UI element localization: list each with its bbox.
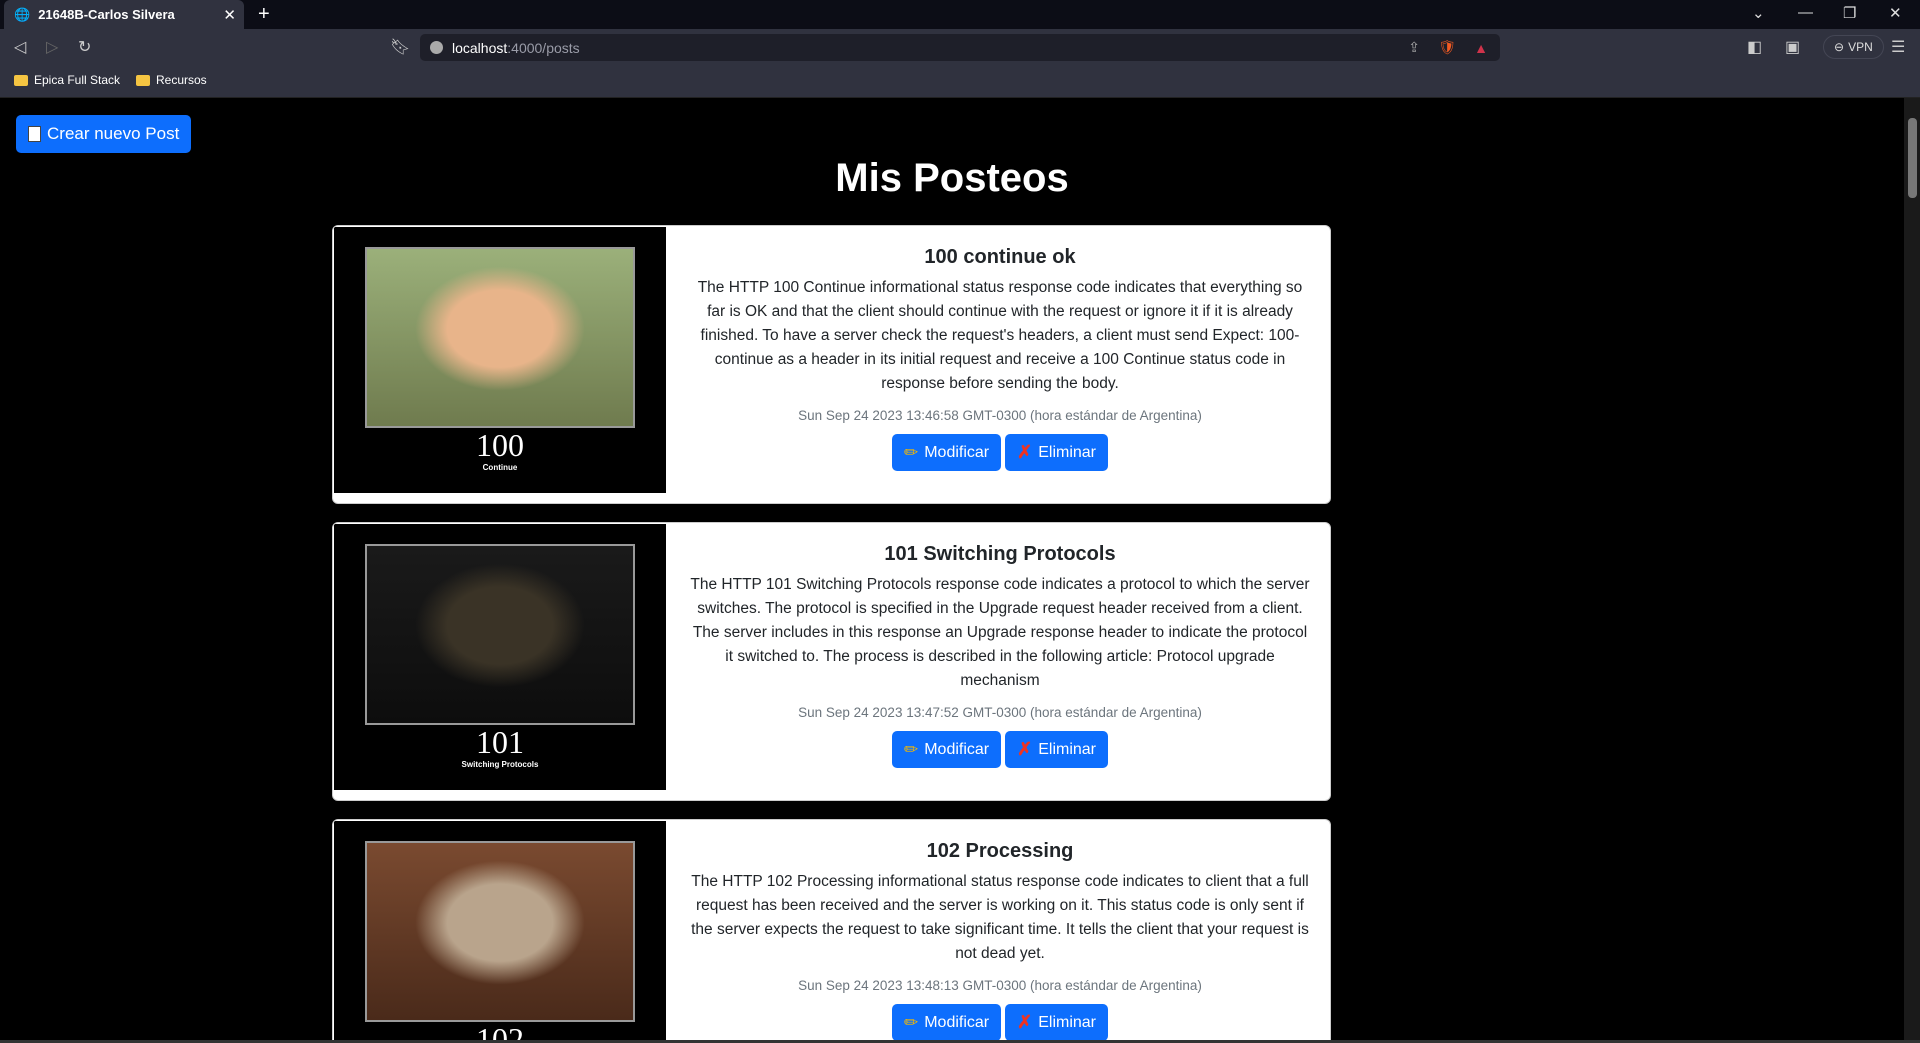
pencil-icon: ✏ — [903, 739, 919, 759]
share-icon[interactable]: ⇪ — [1408, 39, 1420, 56]
post-date: Sun Sep 24 2023 13:46:58 GMT-0300 (hora … — [798, 408, 1202, 423]
toolbar: ◁ ▷ ↻ 🔖︎ localhost:4000/posts ⇪ 🛡 ▲ ◧ ▣ … — [0, 29, 1920, 65]
menu-icon[interactable]: ☰ — [1891, 37, 1905, 57]
page-content: Crear nuevo Post Mis Posteos 100 Continu… — [0, 98, 1904, 1040]
edit-post-button[interactable]: ✏ Modificar — [891, 434, 1002, 471]
edit-post-button[interactable]: ✏ Modificar — [891, 731, 1002, 768]
bookmark-recursos[interactable]: Recursos — [136, 73, 207, 87]
restore-icon[interactable]: ❐ — [1843, 4, 1856, 22]
scrollbar-thumb[interactable] — [1908, 118, 1917, 198]
tab-list-chevron-icon[interactable]: ⌄ — [1752, 4, 1765, 22]
image-caption: Continue — [482, 463, 518, 472]
pencil-icon: ✏ — [903, 442, 919, 462]
reload-icon[interactable]: ↻ — [78, 37, 91, 57]
post-card: 102 102 Processing The HTTP 102 Processi… — [332, 819, 1331, 1040]
delete-label: Eliminar — [1038, 1013, 1097, 1031]
bookmark-label: Recursos — [156, 73, 207, 87]
post-card: 100 Continue 100 continue ok The HTTP 10… — [332, 225, 1331, 504]
post-date: Sun Sep 24 2023 13:48:13 GMT-0300 (hora … — [798, 978, 1202, 993]
site-info-icon[interactable] — [430, 41, 443, 54]
close-tab-icon[interactable]: ✕ — [223, 6, 236, 24]
post-title: 101 Switching Protocols — [884, 543, 1116, 565]
bookmark-label: Epica Full Stack — [34, 73, 121, 87]
url-path: :4000/posts — [507, 39, 580, 56]
vpn-icon: ⊖ — [1834, 40, 1845, 54]
edit-post-button[interactable]: ✏ Modificar — [891, 1004, 1002, 1040]
create-post-label: Crear nuevo Post — [47, 124, 180, 143]
close-window-icon[interactable]: ✕ — [1889, 4, 1902, 22]
post-card: 101 Switching Protocols 101 Switching Pr… — [332, 522, 1331, 801]
post-body: The HTTP 101 Switching Protocols respons… — [690, 576, 1310, 689]
tab-title: 21648B-Carlos Silvera — [38, 7, 175, 22]
minimize-icon[interactable]: — — [1798, 4, 1813, 21]
post-title: 102 Processing — [926, 840, 1074, 862]
post-image — [365, 247, 635, 428]
vpn-button[interactable]: ⊖ VPN — [1823, 35, 1884, 59]
post-date: Sun Sep 24 2023 13:47:52 GMT-0300 (hora … — [798, 705, 1202, 720]
image-number: 101 — [476, 724, 524, 760]
back-icon[interactable]: ◁ — [14, 37, 26, 57]
image-number: 102 — [476, 1021, 524, 1040]
post-body: The HTTP 102 Processing informational st… — [691, 873, 1309, 962]
folder-icon — [136, 74, 150, 86]
post-image-frame: 100 Continue — [334, 227, 666, 493]
cross-icon: ✗ — [1017, 1012, 1033, 1032]
wallet-icon[interactable]: ▣ — [1785, 37, 1800, 57]
tab-bar: 🌐 21648B-Carlos Silvera ✕ + ⌄ — ❐ ✕ — [0, 0, 1920, 29]
document-icon — [28, 126, 41, 142]
vpn-label: VPN — [1848, 40, 1873, 54]
globe-icon: 🌐 — [14, 6, 31, 22]
delete-post-button[interactable]: ✗ Eliminar — [1005, 1004, 1109, 1040]
pencil-icon: ✏ — [903, 1012, 919, 1032]
page-title: Mis Posteos — [835, 156, 1069, 200]
bookmarks-bar: Epica Full Stack Recursos — [0, 65, 1920, 98]
post-image — [365, 544, 635, 725]
brave-rewards-icon[interactable]: ▲ — [1474, 40, 1488, 56]
bookmark-icon[interactable]: 🔖︎ — [390, 37, 410, 57]
image-number: 100 — [476, 427, 524, 463]
scrollbar[interactable] — [1904, 98, 1920, 1040]
browser-tab[interactable]: 🌐 21648B-Carlos Silvera ✕ — [4, 0, 244, 29]
edit-label: Modificar — [924, 740, 990, 758]
new-tab-icon[interactable]: + — [258, 3, 270, 26]
forward-icon[interactable]: ▷ — [46, 37, 58, 57]
create-post-button[interactable]: Crear nuevo Post — [16, 115, 192, 153]
bookmark-epica-full-stack[interactable]: Epica Full Stack — [14, 73, 120, 87]
cross-icon: ✗ — [1017, 442, 1033, 462]
image-caption: Switching Protocols — [461, 760, 539, 769]
post-title: 100 continue ok — [924, 246, 1076, 268]
post-image — [365, 841, 635, 1022]
delete-label: Eliminar — [1038, 740, 1097, 758]
post-image-frame: 102 — [334, 821, 666, 1040]
folder-icon — [14, 74, 28, 86]
post-body: The HTTP 100 Continue informational stat… — [697, 279, 1303, 392]
delete-post-button[interactable]: ✗ Eliminar — [1005, 434, 1109, 471]
address-bar[interactable]: localhost:4000/posts ⇪ 🛡 ▲ — [420, 34, 1500, 61]
post-image-frame: 101 Switching Protocols — [334, 524, 666, 790]
delete-label: Eliminar — [1038, 443, 1097, 461]
edit-label: Modificar — [924, 1013, 990, 1031]
edit-label: Modificar — [924, 443, 990, 461]
url-host: localhost — [452, 39, 508, 56]
delete-post-button[interactable]: ✗ Eliminar — [1005, 731, 1109, 768]
brave-shields-icon[interactable]: 🛡 — [1438, 39, 1456, 56]
cross-icon: ✗ — [1017, 739, 1033, 759]
sidebar-icon[interactable]: ◧ — [1747, 37, 1762, 57]
